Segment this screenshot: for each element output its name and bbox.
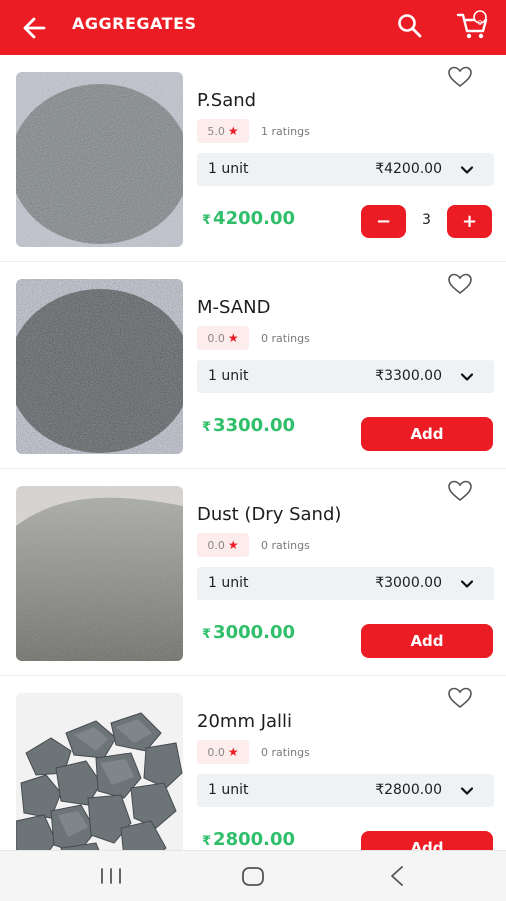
star-icon: ★ — [227, 745, 239, 759]
product-name: 20mm Jalli — [197, 711, 293, 732]
currency-symbol: ₹ — [202, 213, 212, 228]
rating-value: 0.0 — [207, 745, 225, 759]
back-chevron-icon[interactable] — [383, 863, 413, 889]
star-icon: ★ — [227, 538, 239, 552]
product-name: Dust (Dry Sand) — [197, 504, 342, 525]
rating-badge: 0.0 ★ — [197, 326, 249, 350]
rating-badge: 5.0 ★ — [197, 119, 249, 143]
increase-quantity-button[interactable]: + — [447, 205, 492, 238]
product-image[interactable] — [16, 693, 183, 850]
wishlist-heart-icon[interactable] — [447, 479, 473, 503]
product-price: ₹2800.00 — [202, 829, 295, 850]
unit-price: ₹4200.00 — [375, 161, 442, 177]
product-image[interactable] — [16, 72, 183, 247]
cart-count-badge: 0 — [477, 19, 483, 27]
unit-select[interactable]: 1 unit ₹4200.00 — [197, 153, 494, 186]
unit-select[interactable]: 1 unit ₹2800.00 — [197, 774, 494, 807]
ratings-count: 0 ratings — [261, 539, 310, 552]
chevron-down-icon — [460, 166, 474, 174]
product-name: P.Sand — [197, 90, 257, 111]
product-name: M-SAND — [197, 297, 271, 318]
rating-badge: 0.0 ★ — [197, 740, 249, 764]
product-price: ₹3300.00 — [202, 415, 295, 436]
product-card: M-SAND 0.0 ★ 0 ratings 1 unit ₹3300.00 ₹… — [0, 262, 506, 469]
unit-price: ₹2800.00 — [375, 782, 442, 798]
unit-select[interactable]: 1 unit ₹3300.00 — [197, 360, 494, 393]
price-value: 2800.00 — [213, 829, 296, 850]
recent-apps-icon[interactable] — [96, 863, 126, 889]
product-price: ₹3000.00 — [202, 622, 295, 643]
unit-select[interactable]: 1 unit ₹3000.00 — [197, 567, 494, 600]
app-bar: AGGREGATES 0 — [0, 0, 506, 55]
price-value: 4200.00 — [213, 208, 296, 229]
chevron-down-icon — [460, 580, 474, 588]
price-value: 3000.00 — [213, 622, 296, 643]
currency-symbol: ₹ — [202, 834, 212, 849]
star-icon: ★ — [227, 331, 239, 345]
product-image[interactable] — [16, 486, 183, 661]
unit-price: ₹3300.00 — [375, 368, 442, 384]
rating-value: 0.0 — [207, 331, 225, 345]
add-to-cart-button[interactable]: Add — [361, 831, 493, 850]
chevron-down-icon — [460, 373, 474, 381]
product-card: 20mm Jalli 0.0 ★ 0 ratings 1 unit ₹2800.… — [0, 676, 506, 850]
quantity-value: 3 — [422, 212, 431, 228]
product-list[interactable]: P.Sand 5.0 ★ 1 ratings 1 unit ₹4200.00 ₹… — [0, 55, 506, 850]
system-nav-bar — [0, 850, 506, 901]
rating-value: 5.0 — [207, 124, 225, 138]
add-to-cart-button[interactable]: Add — [361, 624, 493, 658]
price-value: 3300.00 — [213, 415, 296, 436]
arrow-left-icon[interactable] — [20, 14, 48, 42]
rating-badge: 0.0 ★ — [197, 533, 249, 557]
decrease-quantity-button[interactable]: − — [361, 205, 406, 238]
wishlist-heart-icon[interactable] — [447, 65, 473, 89]
rating-value: 0.0 — [207, 538, 225, 552]
ratings-count: 1 ratings — [261, 125, 310, 138]
unit-price: ₹3000.00 — [375, 575, 442, 591]
search-icon[interactable] — [396, 12, 424, 40]
star-icon: ★ — [227, 124, 239, 138]
product-card: Dust (Dry Sand) 0.0 ★ 0 ratings 1 unit ₹… — [0, 469, 506, 676]
unit-label: 1 unit — [208, 575, 249, 591]
wishlist-heart-icon[interactable] — [447, 686, 473, 710]
product-price: ₹4200.00 — [202, 208, 295, 229]
page-title: AGGREGATES — [72, 14, 197, 33]
wishlist-heart-icon[interactable] — [447, 272, 473, 296]
unit-label: 1 unit — [208, 161, 249, 177]
unit-label: 1 unit — [208, 782, 249, 798]
chevron-down-icon — [460, 787, 474, 795]
ratings-count: 0 ratings — [261, 746, 310, 759]
product-card: P.Sand 5.0 ★ 1 ratings 1 unit ₹4200.00 ₹… — [0, 55, 506, 262]
product-image[interactable] — [16, 279, 183, 454]
cart-icon[interactable]: 0 — [456, 10, 490, 42]
home-icon[interactable] — [238, 863, 268, 889]
currency-symbol: ₹ — [202, 627, 212, 642]
currency-symbol: ₹ — [202, 420, 212, 435]
unit-label: 1 unit — [208, 368, 249, 384]
add-to-cart-button[interactable]: Add — [361, 417, 493, 451]
ratings-count: 0 ratings — [261, 332, 310, 345]
